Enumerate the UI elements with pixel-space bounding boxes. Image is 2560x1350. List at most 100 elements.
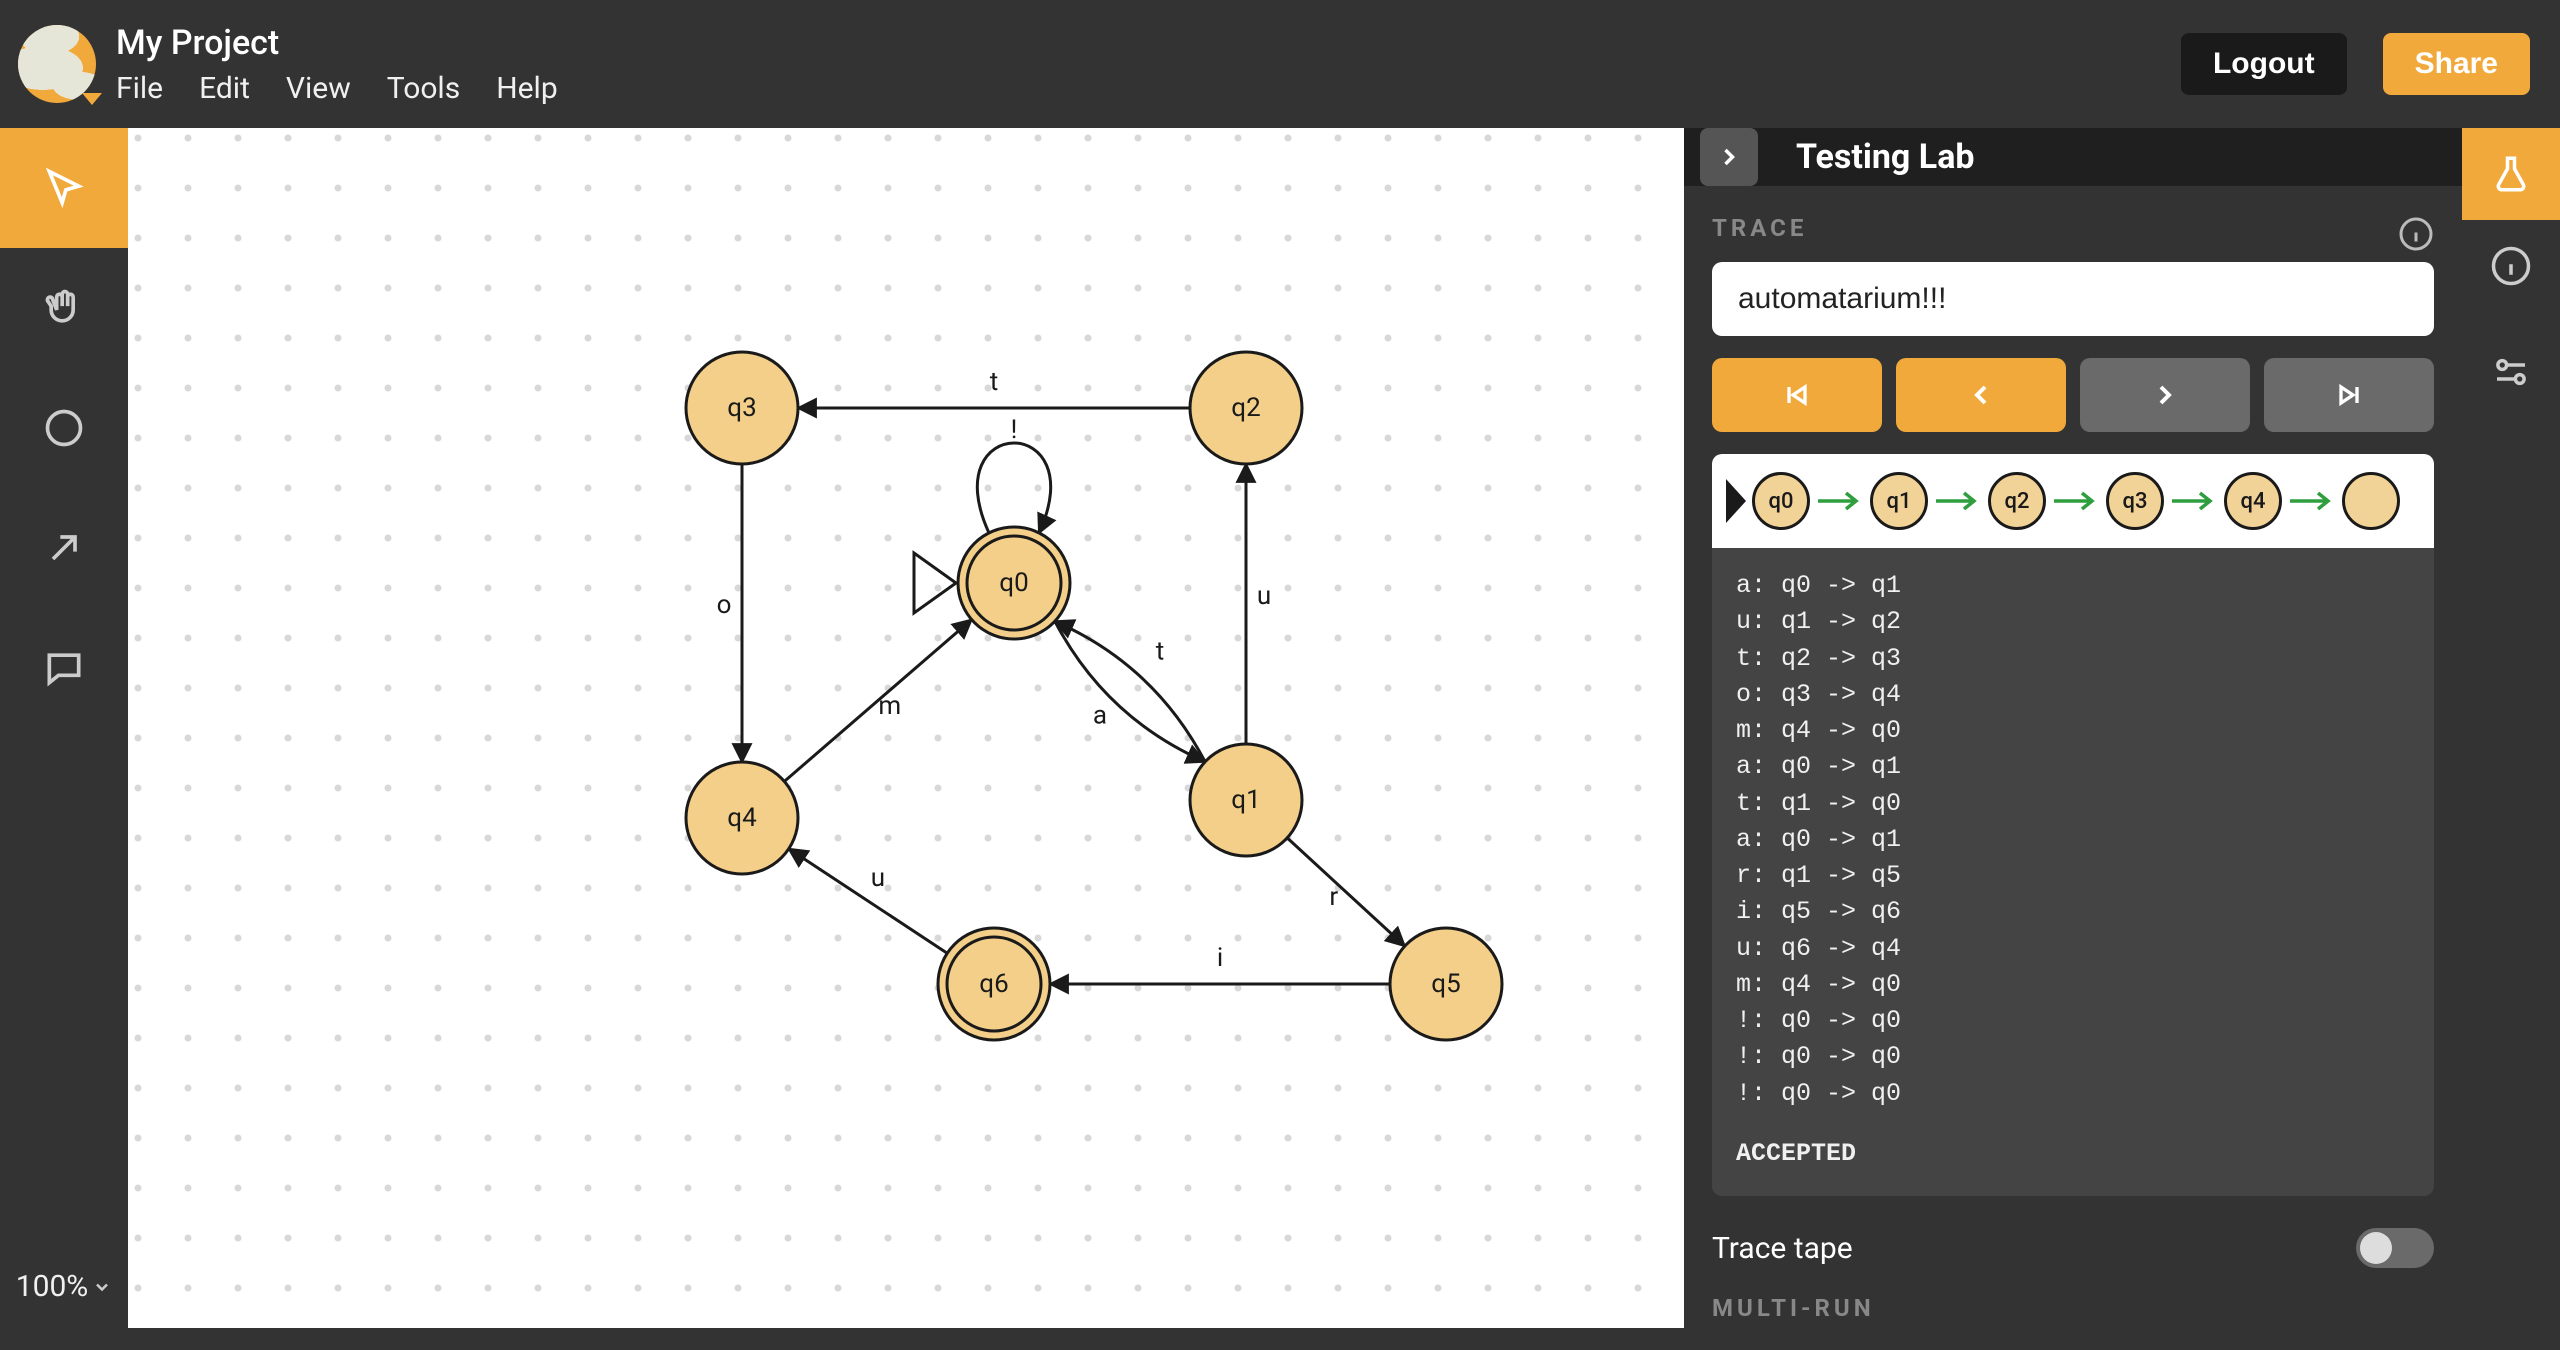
trace-result: ACCEPTED	[1736, 1136, 2410, 1172]
trace-log-line: m: q4 -> q0	[1736, 713, 2410, 749]
transition-label: t	[990, 367, 999, 397]
comment-icon	[42, 646, 86, 690]
zoom-indicator[interactable]: 100%	[16, 1245, 113, 1328]
transition-label: r	[1329, 882, 1338, 912]
svg-text:q2: q2	[1231, 393, 1260, 423]
sliders-icon	[2490, 351, 2532, 393]
skip-forward-icon	[2333, 379, 2365, 411]
arrow-right-icon	[2170, 489, 2218, 513]
multi-run-section-label: MULTI-RUN	[1712, 1286, 2434, 1342]
collapse-panel-button[interactable]	[1700, 128, 1758, 186]
trace-end-button[interactable]	[2264, 358, 2434, 432]
state-node[interactable]: q4	[686, 762, 798, 874]
right-rail	[2462, 128, 2560, 1328]
svg-text:q3: q3	[727, 393, 756, 423]
transition-label: i	[1217, 943, 1223, 973]
trace-log-line: o: q3 -> q4	[1736, 677, 2410, 713]
testing-lab-tab[interactable]	[2462, 128, 2560, 220]
transition-label: t	[1156, 636, 1165, 666]
transition-label: o	[717, 590, 732, 620]
state-node[interactable]: q6	[938, 928, 1050, 1040]
arrow-up-right-icon	[42, 526, 86, 570]
testing-lab-panel: Testing Lab TRACE	[1684, 128, 2462, 1328]
state-node[interactable]: q3	[686, 352, 798, 464]
menu-file[interactable]: File	[116, 71, 163, 106]
trace-path-state: q1	[1870, 472, 1928, 530]
state-node[interactable]: q2	[1190, 352, 1302, 464]
hand-tool[interactable]	[0, 248, 128, 368]
panel-title: Testing Lab	[1796, 137, 1975, 177]
menu-edit[interactable]: Edit	[199, 71, 250, 106]
trace-log-line: u: q1 -> q2	[1736, 604, 2410, 640]
project-title: My Project	[116, 23, 558, 63]
comment-tool[interactable]	[0, 608, 128, 728]
chevron-right-icon	[1715, 143, 1743, 171]
trace-tape-label: Trace tape	[1712, 1231, 1853, 1266]
trace-log-line: m: q4 -> q0	[1736, 967, 2410, 1003]
trace-path-state: q2	[1988, 472, 2046, 530]
state-node[interactable]: q0	[958, 527, 1070, 639]
trace-forward-button[interactable]	[2080, 358, 2250, 432]
canvas[interactable]: ! a t u t o m r i u q0 q1 q2 q3 q4 q5 q6	[128, 128, 1684, 1328]
trace-path-state: q4	[2224, 472, 2282, 530]
trace-input[interactable]	[1712, 262, 2434, 336]
transition-label: u	[871, 863, 885, 893]
trace-log-line: t: q2 -> q3	[1736, 641, 2410, 677]
chevron-down-icon	[92, 1277, 112, 1297]
trace-log-line: a: q0 -> q1	[1736, 822, 2410, 858]
trace-reset-button[interactable]	[1712, 358, 1882, 432]
app-header: My Project File Edit View Tools Help Log…	[0, 0, 2560, 128]
state-tool[interactable]	[0, 368, 128, 488]
trace-path-state: q3	[2106, 472, 2164, 530]
svg-text:q4: q4	[727, 803, 757, 833]
trace-log-line: a: q0 -> q1	[1736, 568, 2410, 604]
cursor-tool[interactable]	[0, 128, 128, 248]
circle-icon	[42, 406, 86, 450]
trace-log: a: q0 -> q1u: q1 -> q2t: q2 -> q3o: q3 -…	[1712, 548, 2434, 1196]
info-icon	[2490, 245, 2532, 287]
app-logo[interactable]	[18, 25, 96, 103]
chevron-right-icon	[2149, 379, 2181, 411]
trace-log-line: u: q6 -> q4	[1736, 931, 2410, 967]
transition-label: u	[1257, 581, 1271, 611]
menu-view[interactable]: View	[286, 71, 351, 106]
trace-tape-toggle[interactable]	[2356, 1228, 2434, 1268]
trace-log-line: t: q1 -> q0	[1736, 786, 2410, 822]
menu-tools[interactable]: Tools	[387, 71, 460, 106]
menu-bar: File Edit View Tools Help	[116, 71, 558, 106]
trace-log-line: r: q1 -> q5	[1736, 858, 2410, 894]
svg-text:q0: q0	[999, 568, 1028, 598]
trace-log-line: !: q0 -> q0	[1736, 1076, 2410, 1112]
trace-log-line: !: q0 -> q0	[1736, 1039, 2410, 1075]
transition-label: !	[1011, 415, 1018, 445]
arrow-right-icon	[2288, 489, 2336, 513]
trace-section-label: TRACE	[1712, 206, 1807, 262]
chevron-left-icon	[1965, 379, 1997, 411]
state-node[interactable]: q5	[1390, 928, 1502, 1040]
svg-text:q5: q5	[1431, 969, 1460, 999]
info-icon[interactable]	[2398, 216, 2434, 252]
svg-text:q1: q1	[1231, 785, 1260, 815]
logout-button[interactable]: Logout	[2181, 33, 2347, 95]
skip-back-icon	[1781, 379, 1813, 411]
settings-tab[interactable]	[2462, 326, 2560, 418]
transition-tool[interactable]	[0, 488, 128, 608]
arrow-right-icon	[1934, 489, 1982, 513]
trace-log-line: a: q0 -> q1	[1736, 749, 2410, 785]
menu-help[interactable]: Help	[496, 71, 557, 106]
caret-icon	[1726, 479, 1746, 523]
trace-log-line: i: q5 -> q6	[1736, 894, 2410, 930]
trace-path-state: q0	[1752, 472, 1810, 530]
flask-icon	[2490, 153, 2532, 195]
transition-label: m	[878, 691, 901, 721]
info-tab[interactable]	[2462, 220, 2560, 312]
transition-label: a	[1093, 701, 1107, 731]
trace-path: q0 q1 q2 q3 q4	[1712, 454, 2434, 548]
arrow-right-icon	[1816, 489, 1864, 513]
share-button[interactable]: Share	[2383, 33, 2530, 95]
state-node[interactable]: q1	[1190, 744, 1302, 856]
hand-icon	[42, 286, 86, 330]
trace-back-button[interactable]	[1896, 358, 2066, 432]
svg-text:q6: q6	[979, 969, 1008, 999]
cursor-icon	[42, 166, 86, 210]
